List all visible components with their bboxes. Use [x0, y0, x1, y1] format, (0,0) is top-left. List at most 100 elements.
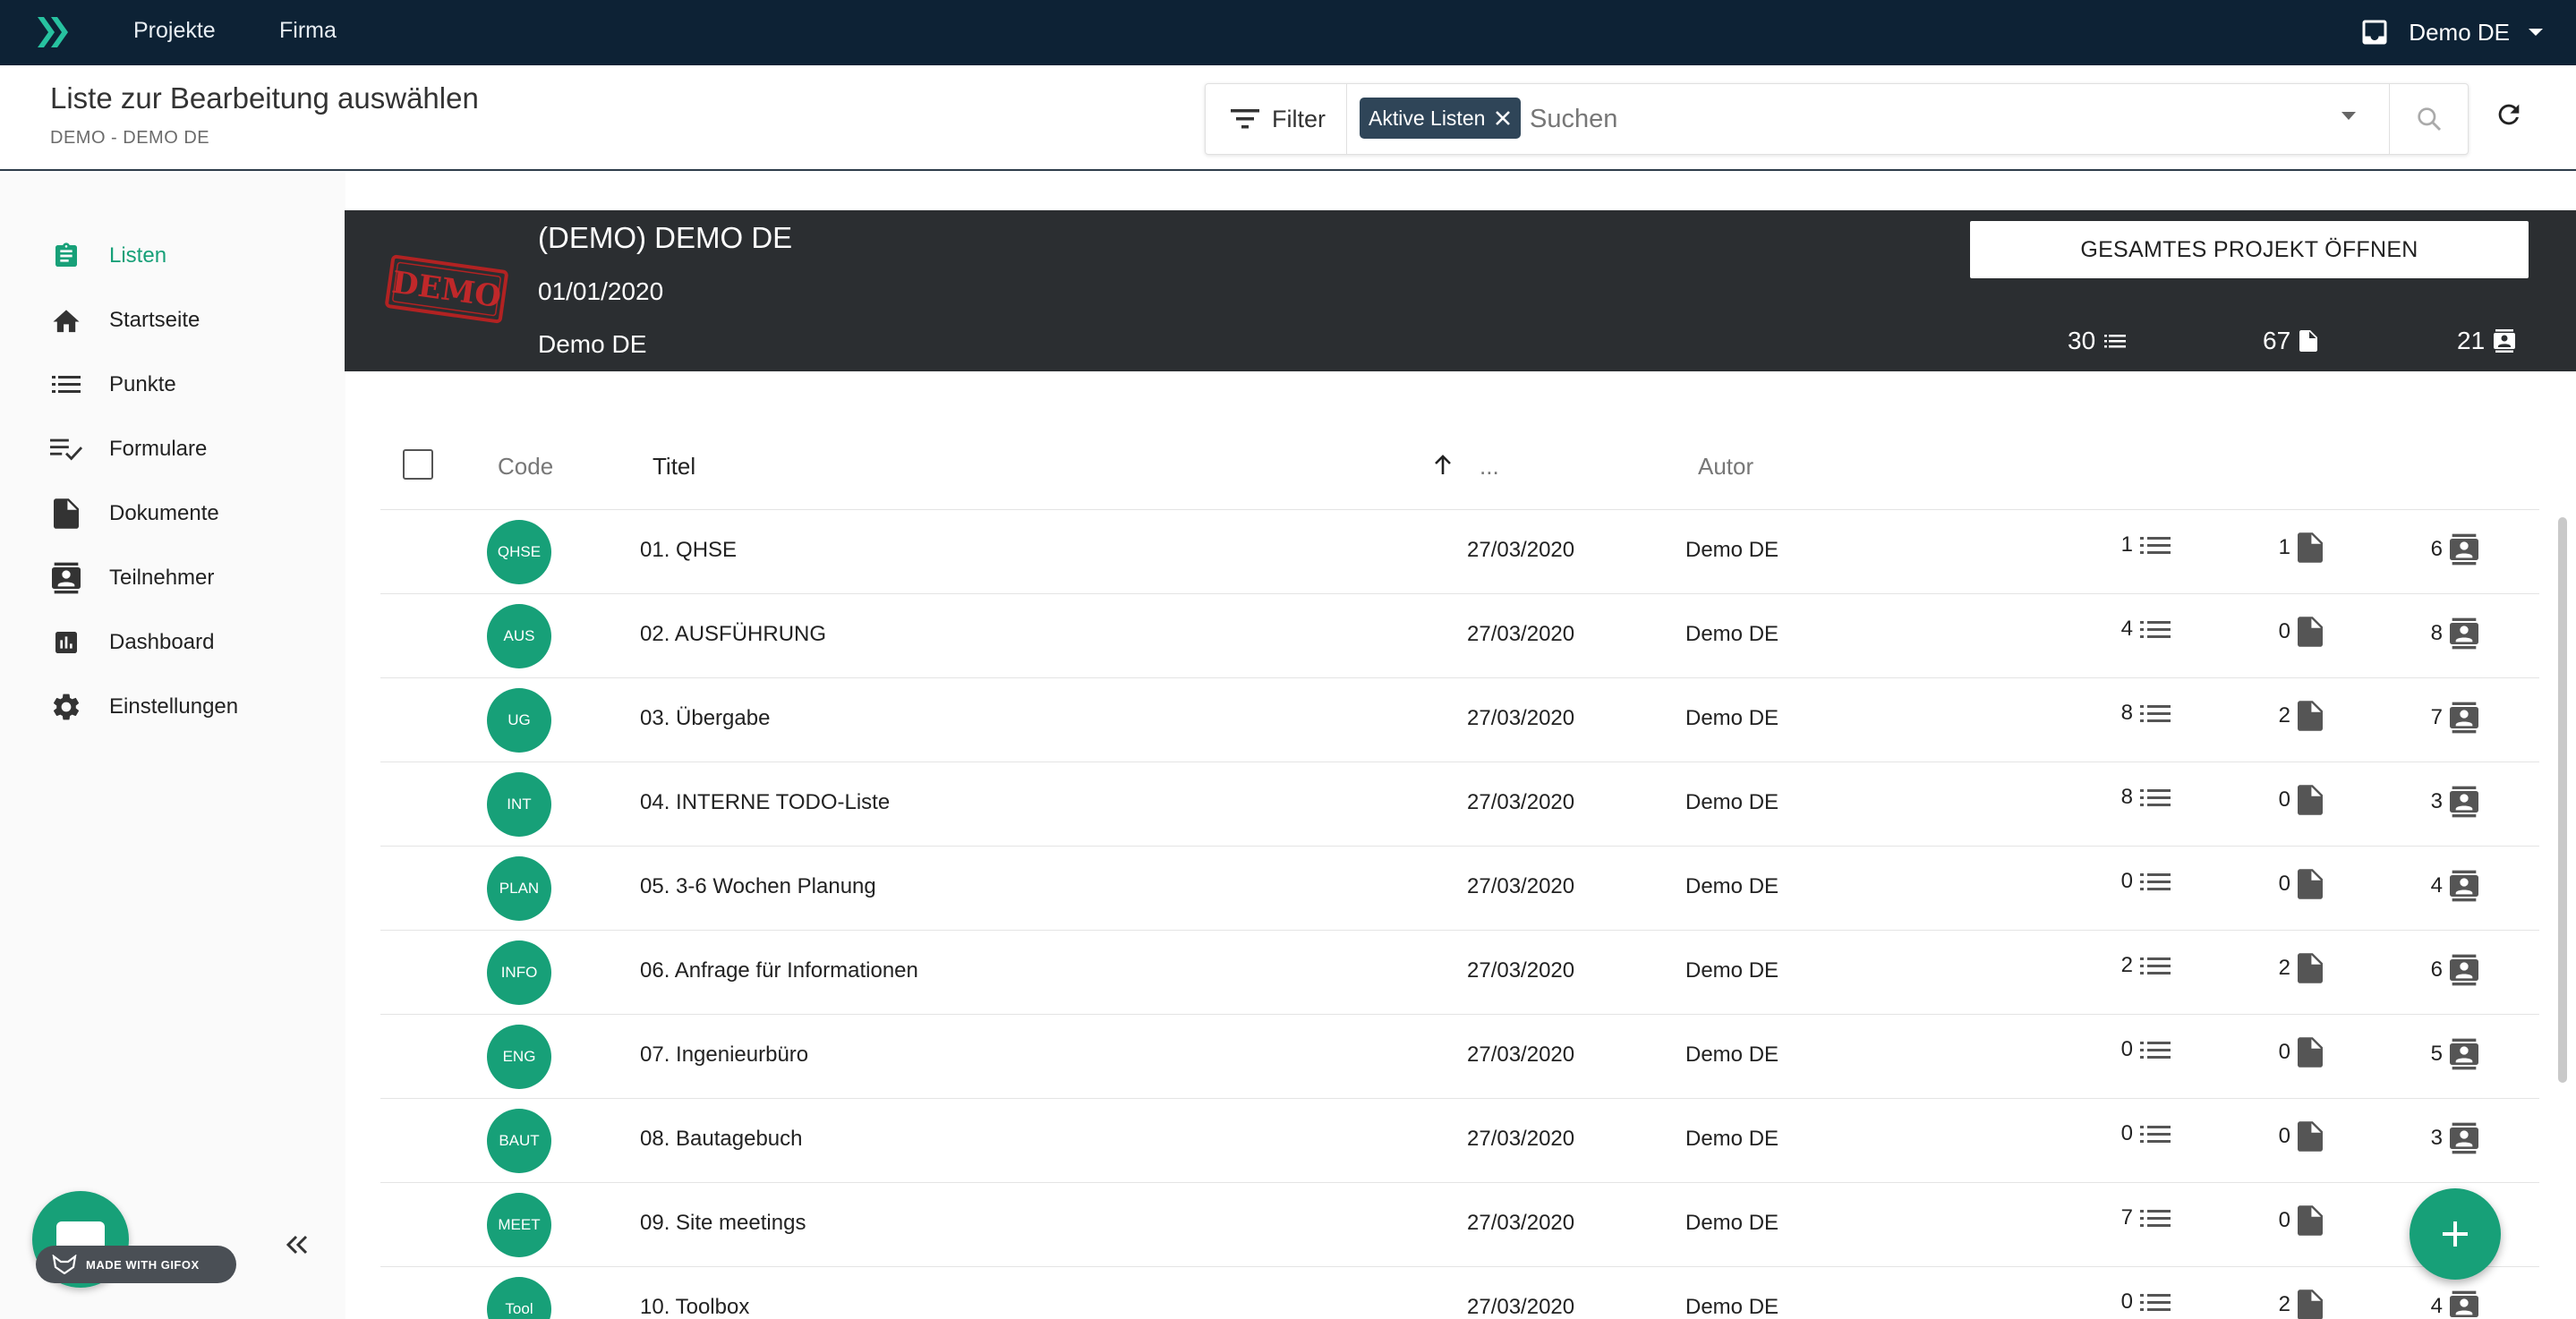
- contacts-icon: [2450, 953, 2478, 987]
- nav-firma[interactable]: Firma: [279, 18, 337, 44]
- contacts-icon: [2450, 869, 2478, 903]
- members-count-value: 4: [2430, 873, 2443, 898]
- checklist-icon: [50, 433, 82, 465]
- sidebar-item-startseite[interactable]: Startseite: [50, 299, 200, 342]
- table-row[interactable]: ENG 07. Ingenieurbüro 27/03/2020 Demo DE 0 0 5: [380, 1015, 2539, 1099]
- list-title[interactable]: 03. Übergabe: [640, 706, 770, 731]
- nav-projekte[interactable]: Projekte: [133, 18, 216, 44]
- sidebar-item-teilnehmer[interactable]: Teilnehmer: [50, 557, 214, 600]
- page-header: Liste zur Bearbeitung auswählen DEMO - D…: [0, 65, 2576, 171]
- members-count-value: 5: [2430, 1042, 2443, 1066]
- column-header-title[interactable]: Titel: [653, 453, 695, 481]
- list-title[interactable]: 05. 3-6 Wochen Planung: [640, 874, 876, 899]
- list-icon: [2140, 956, 2171, 975]
- chevron-down-icon[interactable]: [2341, 111, 2357, 122]
- members-count-value: 7: [2430, 705, 2443, 729]
- stat-documents-count: 67: [2263, 327, 2291, 354]
- members-count: 7: [2431, 701, 2478, 735]
- list-code-badge: MEET: [487, 1193, 551, 1257]
- project-name: (DEMO) DEMO DE: [538, 221, 793, 254]
- table-row[interactable]: INFO 06. Anfrage für Informationen 27/03/2…: [380, 931, 2539, 1015]
- select-all-checkbox[interactable]: [403, 449, 433, 480]
- list-date: 27/03/2020: [1467, 1211, 1575, 1235]
- table-row[interactable]: AUS 02. AUSFÜHRUNG 27/03/2020 Demo DE 4 0 8: [380, 594, 2539, 678]
- user-menu[interactable]: Demo DE: [2358, 13, 2544, 52]
- list-title[interactable]: 02. AUSFÜHRUNG: [640, 622, 826, 647]
- clipboard-list-icon: [50, 240, 82, 272]
- contacts-icon: [2450, 617, 2478, 651]
- points-count: 4: [2121, 617, 2171, 642]
- points-count: 0: [2121, 869, 2171, 894]
- table-row[interactable]: BAUT 08. Bautagebuch 27/03/2020 Demo DE 0 0 3: [380, 1099, 2539, 1183]
- sidebar-item-dashboard[interactable]: Dashboard: [50, 621, 214, 664]
- inbox-icon[interactable]: [2358, 16, 2391, 48]
- search-button[interactable]: [2389, 84, 2468, 154]
- members-count: 6: [2431, 953, 2478, 987]
- document-icon: [2298, 1205, 2323, 1236]
- list-title[interactable]: 07. Ingenieurbüro: [640, 1042, 808, 1068]
- documents-count-value: 2: [2278, 956, 2290, 980]
- table-row[interactable]: QHSE 01. QHSE 27/03/2020 Demo DE 1 1 6: [380, 510, 2539, 594]
- open-project-button[interactable]: GESAMTES PROJEKT ÖFFNEN: [1970, 221, 2529, 278]
- caret-down-icon[interactable]: [2528, 27, 2544, 38]
- sort-ascending-icon[interactable]: [1433, 455, 1453, 476]
- documents-count-value: 2: [2278, 1292, 2290, 1316]
- points-count: 1: [2121, 532, 2171, 557]
- list-title[interactable]: 10. Toolbox: [640, 1295, 749, 1319]
- points-count: 0: [2121, 1121, 2171, 1146]
- search-input[interactable]: [1530, 98, 2246, 140]
- list-title[interactable]: 04. INTERNE TODO-Liste: [640, 790, 890, 815]
- list-title[interactable]: 06. Anfrage für Informationen: [640, 958, 918, 983]
- double-chevron-left-icon: [285, 1234, 310, 1255]
- list-icon: [2104, 333, 2127, 349]
- contacts-icon: [2494, 328, 2516, 353]
- fox-icon: [52, 1255, 77, 1274]
- members-count-value: 6: [2430, 957, 2443, 982]
- collapse-sidebar-button[interactable]: [285, 1234, 310, 1255]
- app-logo-icon[interactable]: [36, 15, 72, 49]
- scrollbar-thumb[interactable]: [2558, 517, 2567, 1083]
- list-author: Demo DE: [1685, 1127, 1779, 1151]
- sidebar-item-formulare[interactable]: Formulare: [50, 428, 207, 471]
- list-author: Demo DE: [1685, 1042, 1779, 1067]
- list-code-badge: INT: [487, 772, 551, 837]
- column-header-code[interactable]: Code: [498, 453, 553, 481]
- user-name[interactable]: Demo DE: [2409, 19, 2510, 47]
- documents-count: 2: [2279, 701, 2323, 731]
- filter-icon: [1231, 108, 1259, 130]
- stat-participants-count: 21: [2457, 327, 2486, 354]
- refresh-button[interactable]: [2494, 99, 2524, 130]
- documents-count: 0: [2279, 1037, 2323, 1068]
- list-icon: [2140, 1292, 2171, 1312]
- contacts-icon: [2450, 1037, 2478, 1071]
- column-header-author[interactable]: Autor: [1698, 453, 1753, 481]
- sidebar-item-einstellungen[interactable]: Einstellungen: [50, 685, 238, 728]
- list-date: 27/03/2020: [1467, 958, 1575, 983]
- list-title[interactable]: 09. Site meetings: [640, 1211, 806, 1236]
- points-count-value: 8: [2120, 701, 2133, 725]
- table-row[interactable]: Tool 10. Toolbox 27/03/2020 Demo DE 0 2 4: [380, 1267, 2539, 1319]
- sidebar-item-punkte[interactable]: Punkte: [50, 363, 176, 406]
- list-title[interactable]: 08. Bautagebuch: [640, 1127, 803, 1152]
- documents-count: 0: [2279, 785, 2323, 815]
- points-count: 2: [2121, 953, 2171, 978]
- points-count-value: 0: [2120, 1121, 2133, 1145]
- list-date: 27/03/2020: [1467, 1295, 1575, 1319]
- documents-count-value: 0: [2278, 619, 2290, 643]
- sidebar-item-listen[interactable]: Listen: [50, 234, 166, 277]
- close-icon[interactable]: [1494, 109, 1512, 127]
- column-header-more[interactable]: ...: [1480, 453, 1499, 481]
- filter-button[interactable]: Filter: [1206, 84, 1347, 154]
- table-row[interactable]: INT 04. INTERNE TODO-Liste 27/03/2020 Demo …: [380, 762, 2539, 847]
- add-list-button[interactable]: [2410, 1188, 2501, 1280]
- table-row[interactable]: MEET 09. Site meetings 27/03/2020 Demo DE 7 0: [380, 1183, 2539, 1267]
- list-title[interactable]: 01. QHSE: [640, 538, 737, 563]
- points-count-value: 1: [2120, 532, 2133, 557]
- sidebar-item-dokumente[interactable]: Dokumente: [50, 492, 219, 535]
- members-count: 4: [2431, 869, 2478, 903]
- list-author: Demo DE: [1685, 538, 1779, 562]
- table-row[interactable]: UG 03. Übergabe 27/03/2020 Demo DE 8 2 7: [380, 678, 2539, 762]
- table-row[interactable]: PLAN 05. 3-6 Wochen Planung 27/03/2020 Demo…: [380, 847, 2539, 931]
- points-count-value: 7: [2120, 1205, 2133, 1230]
- sidebar-item-label: Dashboard: [109, 630, 215, 654]
